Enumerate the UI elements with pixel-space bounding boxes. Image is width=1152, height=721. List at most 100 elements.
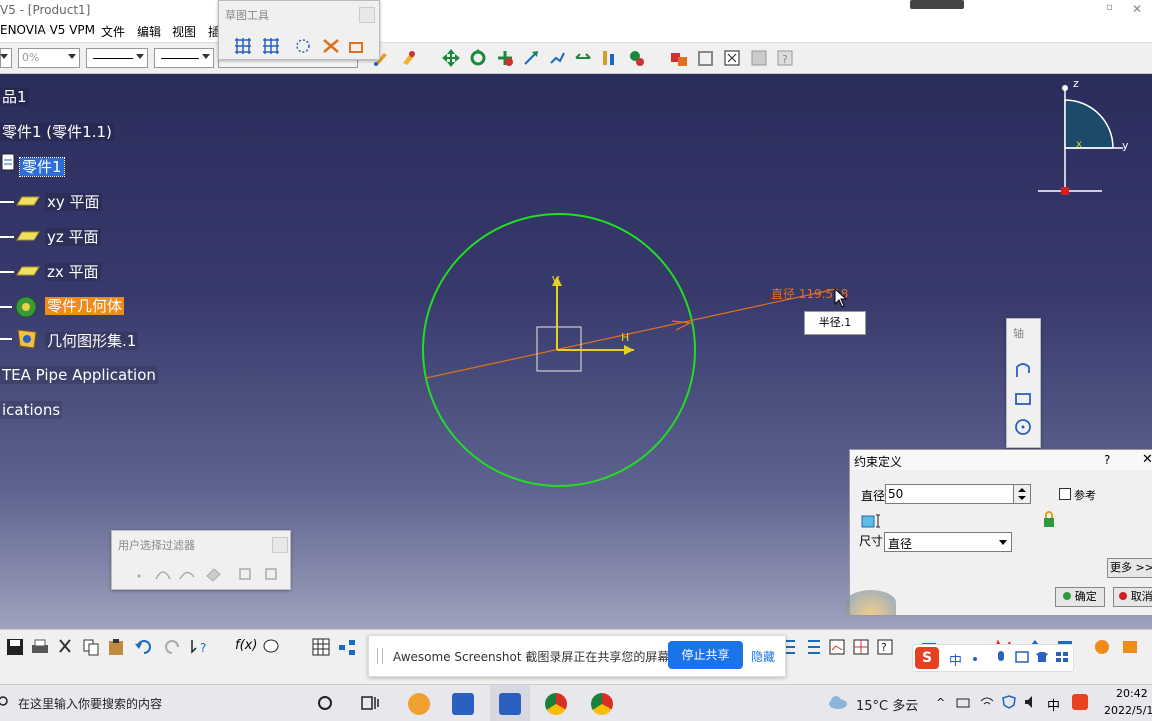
sogou-tray-icon[interactable] (1072, 694, 1088, 710)
dialog-close-button[interactable]: ✕ (1142, 452, 1152, 467)
reference-checkbox[interactable] (1059, 488, 1071, 500)
app-catia-icon[interactable] (452, 693, 474, 715)
close-window-button[interactable]: ✕ (1132, 2, 1148, 18)
grid-icon[interactable] (233, 37, 253, 55)
catalog-icon[interactable] (697, 49, 715, 67)
ime-toolbar[interactable]: S 中 (912, 644, 1074, 672)
clock-date[interactable]: 2022/5/1 (1104, 704, 1152, 717)
table-icon[interactable] (312, 638, 330, 656)
paint-icon[interactable] (400, 49, 418, 67)
wifi-icon[interactable] (980, 696, 994, 708)
taskbar-search-text[interactable]: 在这里输入你要搜索的内容 (18, 695, 162, 712)
measure-icon[interactable] (670, 49, 688, 67)
multi-view-icon[interactable] (574, 49, 592, 67)
rectangle-icon[interactable] (1013, 389, 1033, 409)
app-paint-icon[interactable] (408, 693, 430, 715)
menu-enovia[interactable]: ENOVIA V5 VPM (0, 23, 95, 37)
geometry-filter-icon[interactable] (262, 565, 280, 583)
zoom-icon[interactable] (496, 49, 514, 67)
print-icon[interactable] (31, 638, 49, 656)
skin-icon[interactable] (1035, 651, 1049, 663)
query-icon[interactable]: ? (876, 638, 896, 656)
app-catia-active[interactable] (490, 685, 530, 721)
fit-all-icon[interactable] (548, 49, 566, 67)
formula-icon[interactable]: f(x) (235, 638, 257, 656)
dialog-help-button[interactable]: ? (1104, 453, 1110, 467)
undo-icon[interactable] (134, 638, 154, 656)
ok-button[interactable]: 确定 (1055, 587, 1105, 607)
copy-icon[interactable] (82, 638, 100, 656)
volume-icon[interactable] (1024, 695, 1038, 709)
analysis-icon[interactable] (828, 638, 846, 656)
network-icon[interactable] (956, 696, 970, 708)
toolbox-icon[interactable] (1055, 651, 1069, 663)
comment-icon[interactable] (262, 638, 280, 656)
ime-language[interactable]: 中 (949, 650, 962, 669)
tools-icon[interactable] (750, 49, 768, 67)
compass-widget[interactable] (1030, 78, 1152, 202)
drag-handle-icon[interactable] (377, 648, 383, 664)
clock-time[interactable]: 20:42 (1116, 687, 1148, 700)
save-icon[interactable] (6, 638, 24, 656)
diameter-input[interactable] (885, 484, 1021, 504)
dimension-line[interactable] (425, 288, 837, 379)
diameter-spinner[interactable] (1013, 484, 1031, 504)
hide-show-icon[interactable] (600, 49, 618, 67)
dimension-type-select[interactable]: 直径 (884, 532, 1012, 552)
construction-icon[interactable] (293, 37, 313, 55)
chevron-up-icon[interactable]: ^ (936, 696, 948, 709)
grid-analysis-icon[interactable] (852, 638, 870, 656)
line-type-combo[interactable] (154, 48, 214, 68)
volume-filter-icon[interactable] (204, 565, 222, 583)
cut-icon[interactable] (56, 638, 74, 656)
sketch-tools-close-button[interactable] (359, 7, 375, 23)
help-icon[interactable]: ? (776, 49, 794, 67)
redo-icon[interactable] (162, 638, 182, 656)
input-language[interactable]: 中 (1047, 695, 1060, 714)
chrome-icon[interactable] (545, 693, 567, 715)
microphone-icon[interactable] (995, 650, 1007, 666)
hierarchy-icon[interactable] (338, 638, 356, 656)
menu-edit[interactable]: 编辑 (137, 23, 161, 40)
feature-filter-icon[interactable] (236, 565, 254, 583)
settings-icon[interactable] (1092, 638, 1112, 656)
cancel-button[interactable]: 取消 (1113, 587, 1152, 607)
sheet-icon[interactable] (805, 638, 823, 656)
surface-filter-icon[interactable] (178, 565, 196, 583)
tools-options-icon[interactable] (1120, 638, 1140, 656)
task-view-icon[interactable] (360, 694, 380, 712)
menu-file[interactable]: 文件 (101, 23, 125, 40)
chrome-icon-2[interactable] (591, 693, 613, 715)
line-thickness-combo[interactable] (86, 48, 148, 68)
cortana-icon[interactable] (316, 694, 334, 712)
style-combo[interactable] (0, 48, 12, 68)
weather-text[interactable]: 15°C 多云 (856, 695, 918, 714)
keyboard-icon[interactable] (1015, 651, 1029, 663)
knowledge-icon[interactable] (723, 49, 741, 67)
paste-icon[interactable] (107, 638, 125, 656)
whats-this-icon[interactable]: ? (190, 638, 210, 656)
menu-view[interactable]: 视图 (172, 23, 196, 40)
more-button[interactable]: 更多 >> (1107, 558, 1152, 578)
stop-sharing-button[interactable]: 停止共享 (668, 641, 743, 669)
curve-filter-icon[interactable] (154, 565, 172, 583)
punctuation-icon[interactable] (971, 651, 983, 663)
transparency-combo[interactable]: 0% (18, 48, 80, 68)
dimensional-constraint-icon[interactable] (347, 37, 367, 55)
lock-icon[interactable] (1042, 510, 1056, 528)
swap-visible-icon[interactable] (628, 49, 646, 67)
security-icon[interactable] (1002, 695, 1016, 709)
rotate-icon[interactable] (469, 49, 487, 67)
minimize-button[interactable]: ▫ (1106, 2, 1122, 18)
profile-icon[interactable] (1013, 361, 1033, 381)
circle-icon[interactable] (1013, 417, 1033, 437)
normal-view-icon[interactable] (522, 49, 540, 67)
hide-link[interactable]: 隐藏 (751, 648, 775, 665)
pan-icon[interactable] (442, 49, 460, 67)
search-icon[interactable] (0, 695, 10, 709)
point-filter-icon[interactable] (132, 567, 146, 581)
snap-grid-icon[interactable] (261, 37, 281, 55)
sogou-icon[interactable]: S (915, 647, 939, 669)
selection-filter-close-button[interactable] (272, 537, 288, 553)
measure-geometry-icon[interactable] (861, 513, 880, 529)
